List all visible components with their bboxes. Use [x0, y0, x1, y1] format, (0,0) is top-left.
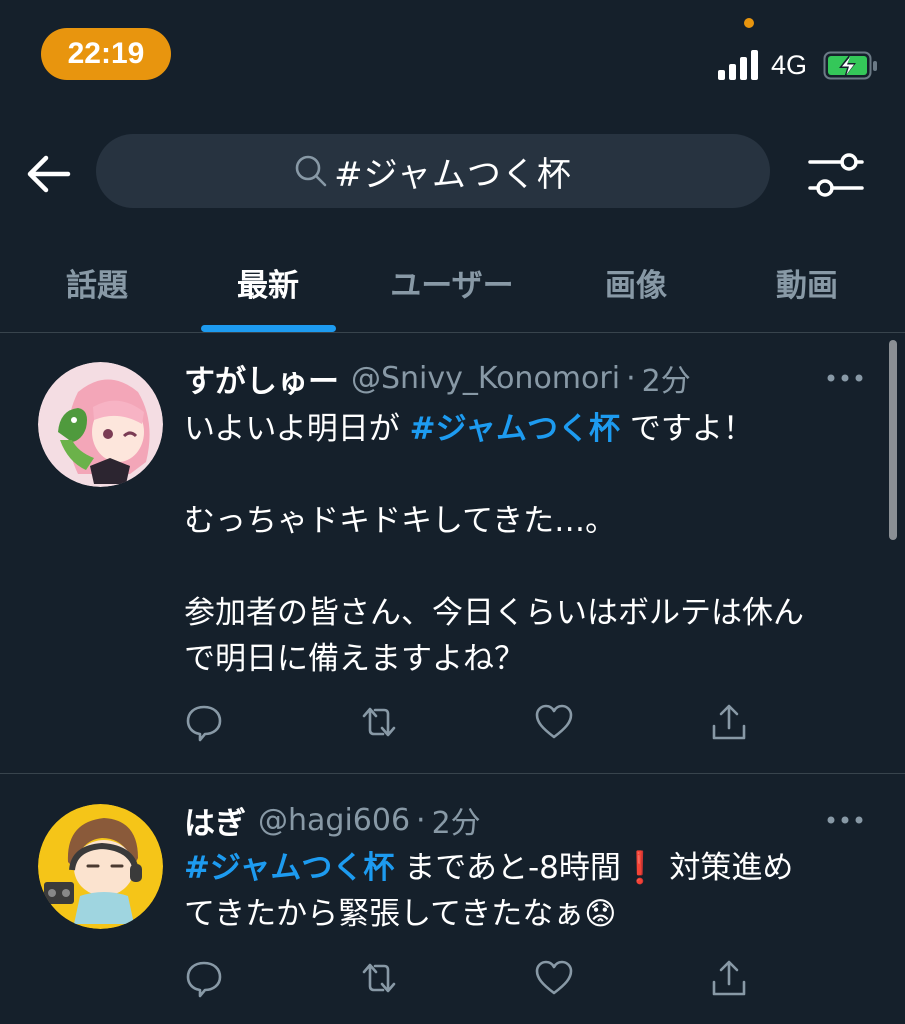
search-icon [295, 155, 327, 187]
avatar[interactable] [38, 362, 163, 487]
tweet-timestamp[interactable]: 2分 [432, 798, 481, 842]
search-tabs: 話題 最新 ユーザー 画像 動画 [0, 248, 905, 332]
tweet-timestamp[interactable]: 2分 [642, 356, 691, 400]
tweet-text-line: いよいよ明日が [184, 411, 410, 447]
tab-videos[interactable]: 動画 [732, 248, 882, 332]
tabs-divider [0, 332, 905, 333]
tab-top[interactable]: 話題 [22, 248, 172, 332]
like-heart-icon[interactable] [534, 958, 574, 998]
status-time: 22:19 [41, 28, 171, 80]
tweet-text-line: てきたから緊張してきたなぁ [184, 896, 585, 932]
exclamation-emoji: ❗ [620, 850, 660, 886]
search-input[interactable]: #ジャムつく杯 [96, 134, 770, 208]
tweet-text-line: 対策進め [659, 850, 794, 886]
tweet-text-line: むっちゃドキドキしてきた…。 [184, 503, 617, 539]
reply-icon[interactable] [184, 958, 224, 998]
tweet-text: いよいよ明日が #ジャムつく杯 ですよ！ むっちゃドキドキしてきた…。 参加者の… [184, 406, 874, 682]
network-type: 4G [771, 50, 808, 80]
avatar-illustration [38, 804, 163, 929]
tweet-text: #ジャムつく杯 まであと-8時間❗ 対策進め てきたから緊張してきたなぁ😟 [184, 845, 874, 937]
like-heart-icon[interactable] [534, 702, 574, 742]
scrollbar[interactable] [889, 340, 897, 540]
separator-dot: · [626, 360, 636, 396]
hashtag-link[interactable]: #ジャムつく杯 [184, 850, 394, 886]
active-tab-indicator [201, 325, 336, 332]
display-name[interactable]: すがしゅー [184, 356, 339, 401]
user-handle[interactable]: @Snivy_Konomori [351, 361, 620, 396]
separator-dot: · [416, 802, 426, 838]
tab-latest[interactable]: 最新 [193, 248, 343, 332]
privacy-indicator-dot [744, 18, 754, 28]
avatar-illustration [38, 362, 163, 487]
more-options-icon[interactable] [826, 368, 864, 388]
tweet-text-line: まであと-8時間 [394, 850, 621, 886]
tweet-divider [0, 773, 905, 774]
hashtag-link[interactable]: #ジャムつく杯 [410, 411, 620, 447]
tweet-text-line: 参加者の皆さん、今日くらいはボルテは休ん [184, 595, 804, 631]
tweet-header: すがしゅー @Snivy_Konomori · 2分 [184, 356, 691, 400]
tweet-text-line: で明日に備えますよね？ [184, 641, 525, 677]
signal-strength-icon [718, 50, 758, 80]
display-name[interactable]: はぎ [184, 798, 246, 843]
status-bar: 22:19 4G [0, 0, 905, 110]
filter-sliders-icon[interactable] [806, 150, 866, 200]
tab-people[interactable]: ユーザー [372, 248, 532, 332]
user-handle[interactable]: @hagi606 [258, 803, 410, 838]
retweet-icon[interactable] [359, 702, 399, 742]
share-icon[interactable] [709, 702, 749, 742]
avatar[interactable] [38, 804, 163, 929]
worried-face-emoji: 😟 [584, 896, 617, 932]
tweet-header: はぎ @hagi606 · 2分 [184, 798, 481, 842]
battery-charging-icon [823, 51, 877, 80]
share-icon[interactable] [709, 958, 749, 998]
tab-photos[interactable]: 画像 [561, 248, 711, 332]
retweet-icon[interactable] [359, 958, 399, 998]
tweet-text-line: ですよ！ [620, 411, 754, 447]
search-query: #ジャムつく杯 [334, 154, 572, 195]
back-arrow-icon[interactable] [22, 150, 76, 198]
more-options-icon[interactable] [826, 810, 864, 830]
reply-icon[interactable] [184, 702, 224, 742]
